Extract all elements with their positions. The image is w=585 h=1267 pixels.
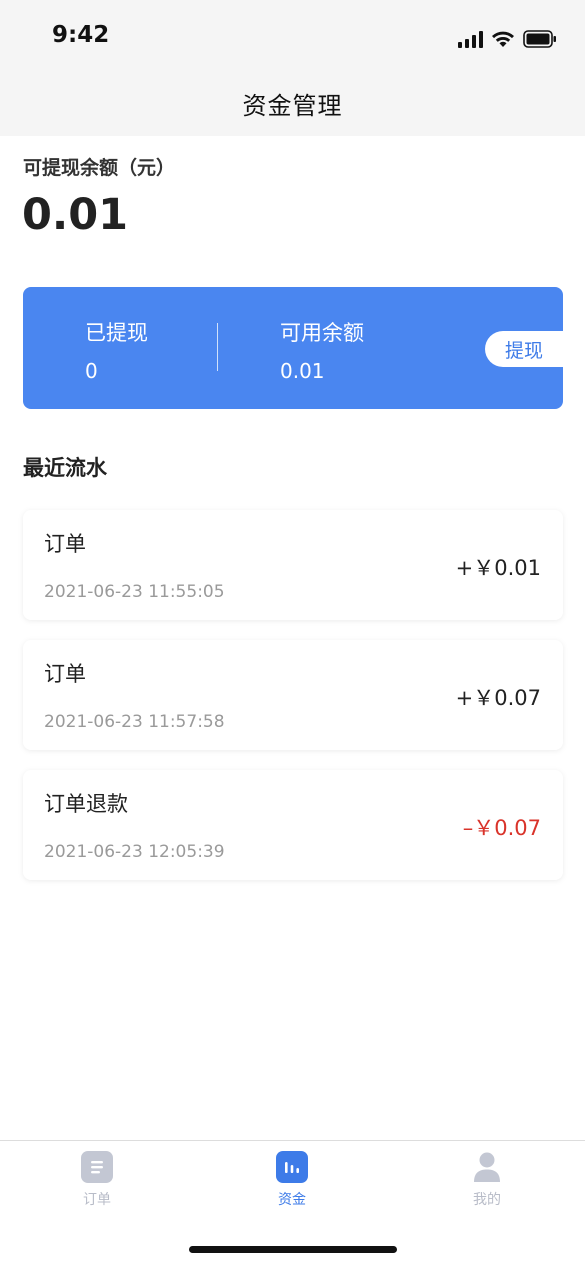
- transaction-time: 2021-06-23 12:05:39: [44, 842, 225, 862]
- transaction-card[interactable]: 订单 2021-06-23 11:55:05 +￥0.01: [23, 510, 563, 620]
- withdrawn-label: 已提现: [85, 321, 148, 345]
- status-bar: 9:42: [0, 0, 585, 70]
- transaction-amount: +￥0.01: [455, 556, 541, 580]
- page-title: 资金管理: [242, 91, 343, 120]
- signal-icon: [458, 30, 483, 48]
- balance-label: 可提现余额（元）: [23, 157, 176, 179]
- wifi-icon: [491, 30, 515, 48]
- tab-funds[interactable]: 资金: [232, 1151, 352, 1209]
- chart-bars-icon: [276, 1151, 308, 1183]
- tab-label: 我的: [473, 1192, 501, 1208]
- transaction-title: 订单: [44, 662, 86, 686]
- tab-label: 资金: [278, 1192, 306, 1208]
- summary-divider: [217, 323, 218, 371]
- transaction-card[interactable]: 订单退款 2021-06-23 12:05:39 –￥0.07: [23, 770, 563, 880]
- balance-value: 0.01: [22, 190, 129, 240]
- summary-card: 已提现 0 可用余额 0.01 提现: [23, 287, 563, 409]
- transaction-amount: +￥0.07: [455, 686, 541, 710]
- status-time: 9:42: [52, 22, 110, 48]
- status-icons: [458, 26, 557, 48]
- transaction-time: 2021-06-23 11:57:58: [44, 712, 225, 732]
- transaction-title: 订单: [44, 532, 86, 556]
- withdrawn-value: 0: [85, 359, 98, 383]
- withdraw-button[interactable]: 提现: [485, 331, 563, 367]
- battery-icon: [523, 30, 557, 48]
- tab-me[interactable]: 我的: [427, 1151, 547, 1209]
- home-indicator: [189, 1246, 397, 1253]
- tab-label: 订单: [83, 1192, 111, 1208]
- transaction-card[interactable]: 订单 2021-06-23 11:57:58 +￥0.07: [23, 640, 563, 750]
- transaction-title: 订单退款: [44, 792, 128, 816]
- available-summary: 可用余额 0.01: [280, 317, 364, 383]
- list-icon: [81, 1151, 113, 1183]
- tab-orders[interactable]: 订单: [37, 1151, 157, 1209]
- recent-title: 最近流水: [23, 456, 107, 480]
- available-value: 0.01: [280, 359, 325, 383]
- transaction-time: 2021-06-23 11:55:05: [44, 582, 225, 602]
- withdrawn-summary: 已提现 0: [85, 317, 148, 383]
- transaction-amount: –￥0.07: [462, 816, 541, 840]
- person-icon: [471, 1151, 503, 1183]
- nav-bar: 资金管理: [0, 70, 585, 136]
- available-label: 可用余额: [280, 321, 364, 345]
